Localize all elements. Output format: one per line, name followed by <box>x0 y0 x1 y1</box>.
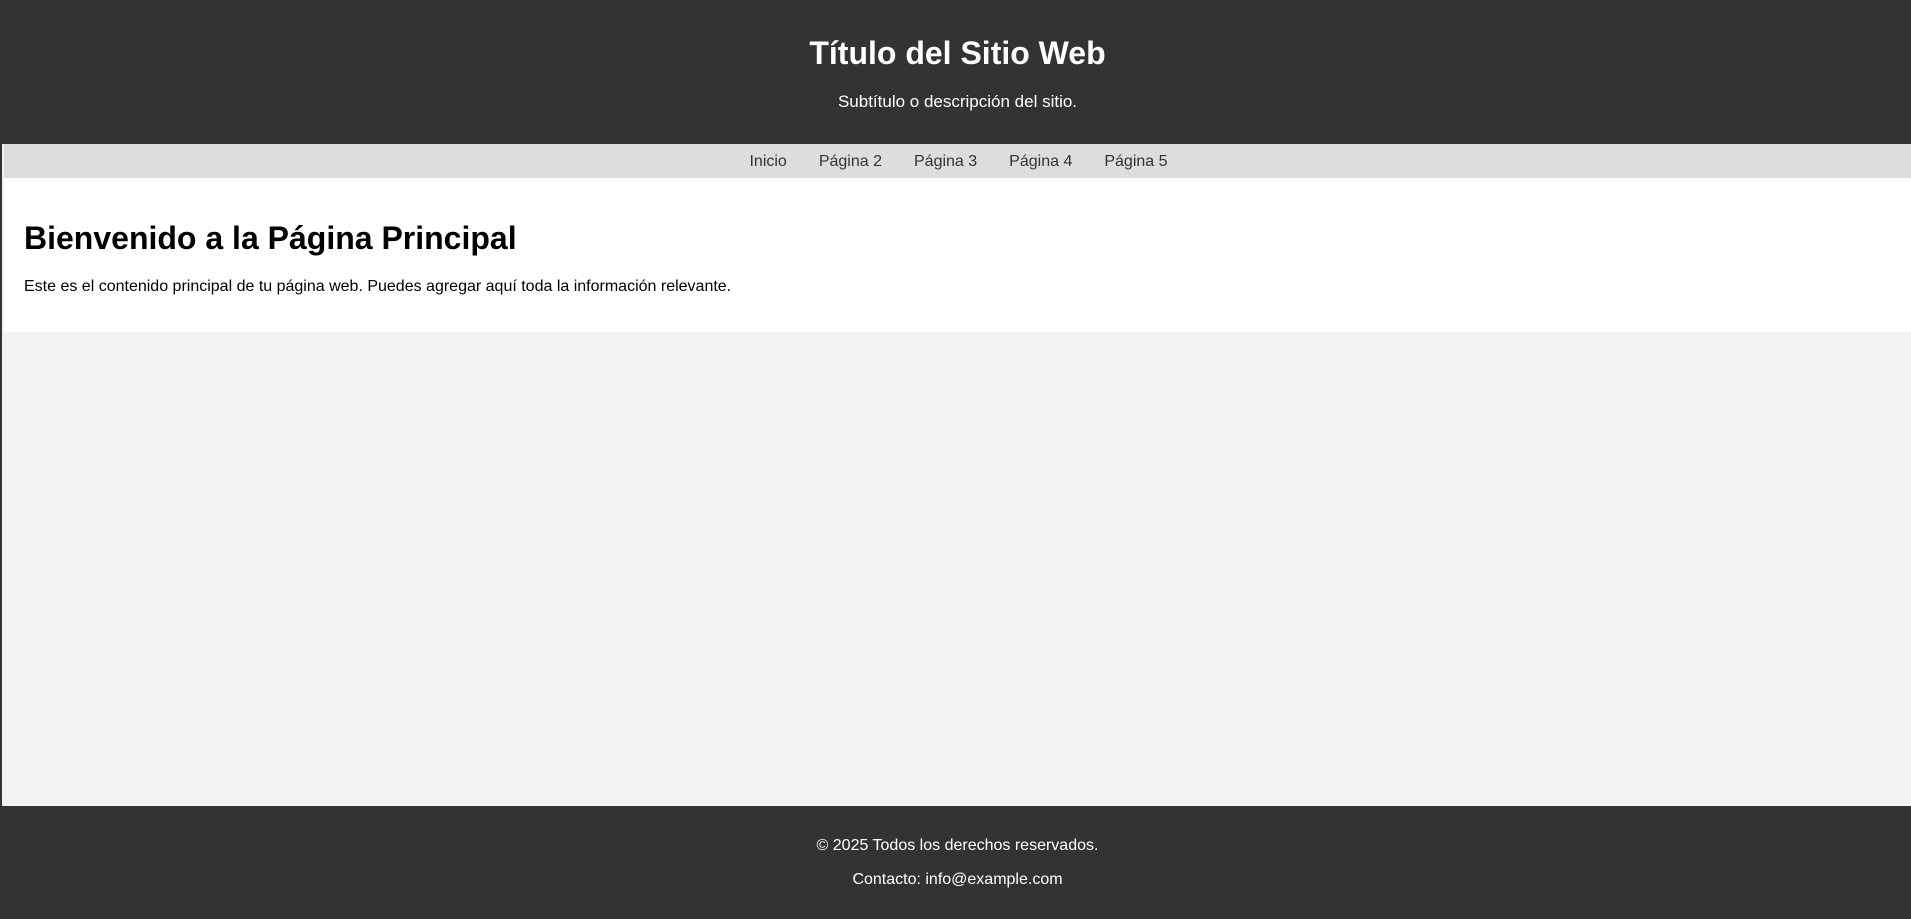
footer-contact: Contacto: info@example.com <box>852 871 1063 888</box>
nav-link-pagina-2[interactable]: Página 2 <box>819 150 882 172</box>
site-header: Título del Sitio Web Subtítulo o descrip… <box>2 0 1911 144</box>
page-body-text: Este es el contenido principal de tu pág… <box>24 278 732 295</box>
nav-link-inicio[interactable]: Inicio <box>749 150 786 172</box>
nav-link-pagina-4[interactable]: Página 4 <box>1009 150 1072 172</box>
main-content: Bienvenido a la Página Principal Este es… <box>4 178 1911 332</box>
nav-link-pagina-5[interactable]: Página 5 <box>1104 150 1167 172</box>
site-subtitle: Subtítulo o descripción del sitio. <box>837 92 1078 111</box>
main-nav: Inicio Página 2 Página 3 Página 4 Página… <box>4 144 1911 178</box>
nav-link-pagina-3[interactable]: Página 3 <box>914 150 977 172</box>
page-heading: Bienvenido a la Página Principal <box>24 220 517 256</box>
site-footer: © 2025 Todos los derechos reservados. Co… <box>2 806 1911 919</box>
footer-copyright: © 2025 Todos los derechos reservados. <box>816 837 1099 854</box>
site-title: Título del Sitio Web <box>809 35 1106 71</box>
